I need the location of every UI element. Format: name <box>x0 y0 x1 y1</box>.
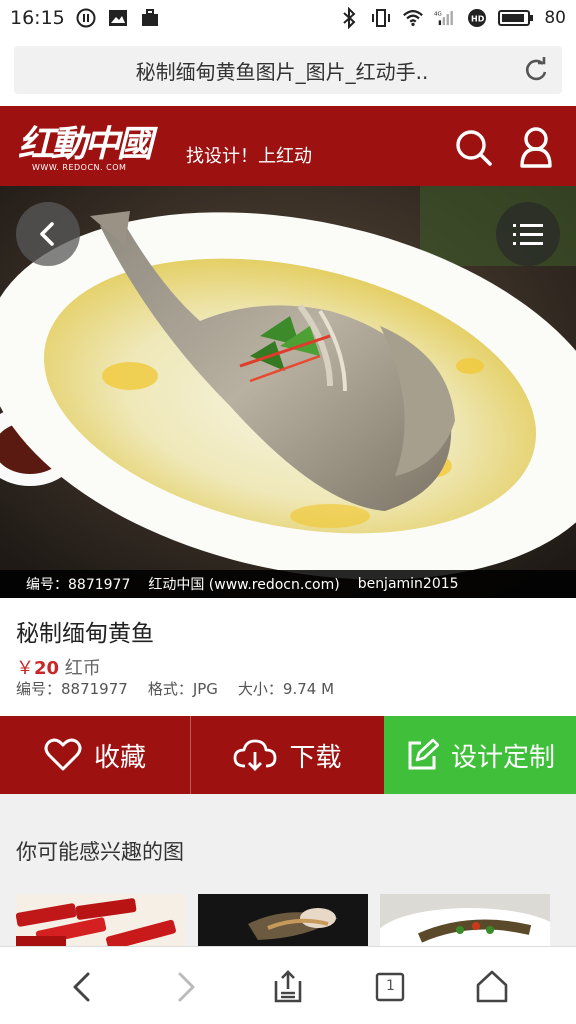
chevron-left-icon <box>40 222 54 246</box>
tab-count: 1 <box>386 978 395 994</box>
home-button[interactable] <box>470 965 514 1009</box>
battery-level: 80 <box>544 8 566 28</box>
watermark-author: benjamin2015 <box>357 576 459 592</box>
signal-icon: 4G <box>434 7 456 29</box>
search-button[interactable] <box>454 128 494 168</box>
share-button[interactable] <box>266 965 310 1009</box>
status-time: 16:15 <box>10 7 65 29</box>
user-button[interactable] <box>514 126 558 170</box>
related-section: 你可能感兴趣的图 <box>0 794 576 946</box>
price-value: 20 <box>34 658 60 679</box>
briefcase-icon <box>139 7 161 29</box>
action-bar: 收藏 下载 设计定制 <box>0 716 576 794</box>
related-title: 你可能感兴趣的图 <box>16 840 184 864</box>
svg-text:HD: HD <box>471 15 485 24</box>
site-slogan: 找设计！上红动 <box>186 146 312 167</box>
wifi-icon <box>402 7 424 29</box>
battery-icon <box>498 7 534 29</box>
search-icon <box>456 130 492 166</box>
browser-address-bar: 秘制缅甸黄鱼图片_图片_红动手.. <box>0 36 576 106</box>
related-thumb[interactable] <box>198 894 368 946</box>
dish-image <box>380 894 550 946</box>
watermark-id: 编号：8871977 <box>26 577 131 593</box>
svg-text:红動中國: 红動中國 <box>18 123 158 165</box>
network-label: 4G <box>434 12 442 18</box>
watermark-site: 红动中国 (www.redocn.com) <box>148 577 340 593</box>
product-photo[interactable]: 编号：8871977 红动中国 (www.redocn.com) benjami… <box>0 186 576 598</box>
site-logo[interactable]: 红動中國 WWW. REDOCN. COM <box>16 118 176 176</box>
custom-design-button[interactable]: 设计定制 <box>384 716 576 794</box>
hd-icon: HD <box>466 7 488 29</box>
favorite-button[interactable]: 收藏 <box>0 716 191 794</box>
product-format: 格式：JPG <box>147 680 218 698</box>
favorite-label: 收藏 <box>93 742 146 773</box>
product-title: 秘制缅甸黄鱼 <box>16 621 154 647</box>
edit-icon <box>408 738 439 770</box>
list-icon <box>513 224 543 245</box>
chevron-right-icon <box>178 972 195 1002</box>
user-icon <box>520 127 552 168</box>
svg-text:WWW. REDOCN. COM: WWW. REDOCN. COM <box>32 163 126 172</box>
url-field[interactable]: 秘制缅甸黄鱼图片_图片_红动手.. <box>14 46 562 94</box>
image-icon <box>107 7 129 29</box>
fish-dish-image <box>0 186 576 598</box>
pause-icon <box>75 7 97 29</box>
product-price: ￥20 红币 <box>16 654 101 680</box>
download-label: 下载 <box>289 742 342 773</box>
nav-forward-button[interactable] <box>164 965 208 1009</box>
product-size: 大小：9.74 M <box>237 680 335 698</box>
cloud-download-icon <box>234 739 277 771</box>
product-meta: 编号：8871977 格式：JPG 大小：9.74 M <box>16 678 334 699</box>
home-icon <box>476 970 508 1003</box>
vibrate-icon <box>370 7 392 29</box>
site-header: 红動中國 WWW. REDOCN. COM 找设计！上红动 <box>0 106 576 186</box>
chevron-left-icon <box>73 972 90 1002</box>
image-watermark: 编号：8871977 红动中国 (www.redocn.com) benjami… <box>0 570 576 598</box>
currency-symbol: ￥ <box>16 658 34 679</box>
download-button[interactable]: 下载 <box>191 716 384 794</box>
tabs-button[interactable]: 1 <box>368 965 412 1009</box>
product-info: 秘制缅甸黄鱼 ￥20 红币 编号：8871977 格式：JPG 大小：9.74 … <box>0 598 576 716</box>
price-unit: 红币 <box>64 658 101 679</box>
nav-back-button[interactable] <box>60 965 104 1009</box>
page-title-text[interactable]: 秘制缅甸黄鱼图片_图片_红动手.. <box>14 56 510 85</box>
bluetooth-icon <box>338 7 360 29</box>
firecracker-image <box>16 894 186 946</box>
fish-plate-image <box>198 894 368 946</box>
custom-design-label: 设计定制 <box>450 742 555 773</box>
share-icon <box>274 970 302 1003</box>
product-id: 编号：8871977 <box>16 680 128 698</box>
status-bar: 16:15 4G HD 80 <box>0 0 576 36</box>
reload-button[interactable] <box>510 56 562 84</box>
reload-icon <box>525 57 547 81</box>
back-button[interactable] <box>16 202 80 266</box>
browser-nav-bar: 1 <box>0 946 576 1024</box>
menu-button[interactable] <box>496 202 560 266</box>
heart-icon <box>44 738 82 771</box>
related-thumb[interactable] <box>16 894 186 946</box>
logo-mark: 红動中國 WWW. REDOCN. COM <box>18 123 161 172</box>
related-thumb[interactable] <box>380 894 550 946</box>
